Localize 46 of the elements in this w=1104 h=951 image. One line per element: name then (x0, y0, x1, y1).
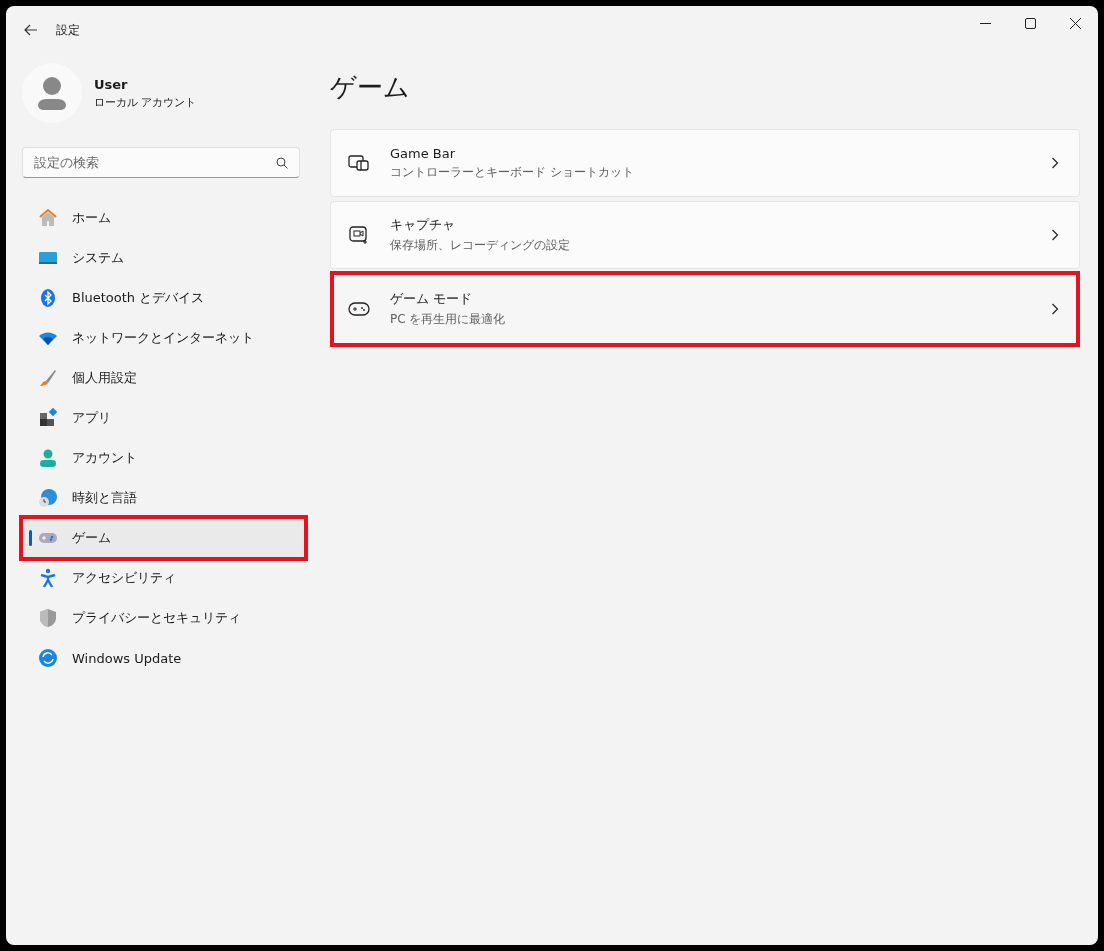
search-field[interactable]: 設定の検索 (22, 147, 300, 178)
user-name: User (94, 76, 129, 92)
nav-item[interactable]: アカウント (22, 438, 305, 478)
card-title: キャプチャ (390, 216, 456, 234)
card-subtitle: 保存場所、レコーディングの設定 (390, 237, 571, 254)
bluetooth-icon (38, 288, 58, 308)
nav-item[interactable]: Windows Update (22, 638, 305, 678)
nav-item[interactable]: ゲーム (22, 518, 305, 558)
sync-icon (38, 648, 58, 668)
camera-capture-icon (348, 225, 370, 245)
nav-item[interactable]: Bluetooth とデバイス (22, 278, 305, 318)
card-subtitle: コントローラーとキーボード ショートカット (390, 163, 635, 181)
card-title: Game Bar (390, 145, 457, 161)
nav-item[interactable]: ホーム (22, 198, 305, 238)
close-icon[interactable] (1070, 17, 1081, 29)
account-type: ローカル アカウント (94, 94, 197, 110)
person-icon (38, 448, 58, 468)
nav-item[interactable]: アプリ (22, 398, 305, 438)
settings-card[interactable]: キャプチャ 保存場所、レコーディングの設定 (330, 201, 1080, 269)
back-arrow-icon[interactable] (24, 24, 38, 36)
overlay-windows-icon (348, 153, 370, 173)
nav-item[interactable]: システム (22, 238, 305, 278)
chevron-right-icon (1051, 303, 1059, 315)
card-title: ゲーム モード (390, 290, 474, 308)
page-title: ゲーム (330, 71, 411, 104)
nav-item[interactable]: 個人用設定 (22, 358, 305, 398)
gamepad-icon (348, 299, 370, 319)
nav-item[interactable]: ネットワークとインターネット (22, 318, 305, 358)
avatar-icon[interactable] (22, 63, 82, 123)
apps-icon (38, 408, 58, 428)
home-icon (38, 208, 58, 228)
maximize-icon[interactable] (1025, 17, 1036, 29)
nav-item[interactable]: プライバシーとセキュリティ (22, 598, 305, 638)
card-subtitle: PC を再生用に最適化 (390, 311, 507, 328)
accessibility-icon (38, 568, 58, 588)
nav-item[interactable]: アクセシビリティ (22, 558, 305, 598)
chevron-right-icon (1051, 157, 1059, 169)
globe-clock-icon (38, 488, 58, 508)
search-icon (276, 157, 288, 169)
shield-icon (38, 608, 58, 628)
settings-card[interactable]: ゲーム モード PC を再生用に最適化 (330, 271, 1080, 347)
chevron-right-icon (1051, 229, 1059, 241)
nav-item[interactable]: 時刻と言語 (22, 478, 305, 518)
settings-card[interactable]: Game Bar コントローラーとキーボード ショートカット (330, 129, 1080, 197)
paintbrush-icon (38, 368, 58, 388)
window-title: 設定 (56, 21, 80, 39)
